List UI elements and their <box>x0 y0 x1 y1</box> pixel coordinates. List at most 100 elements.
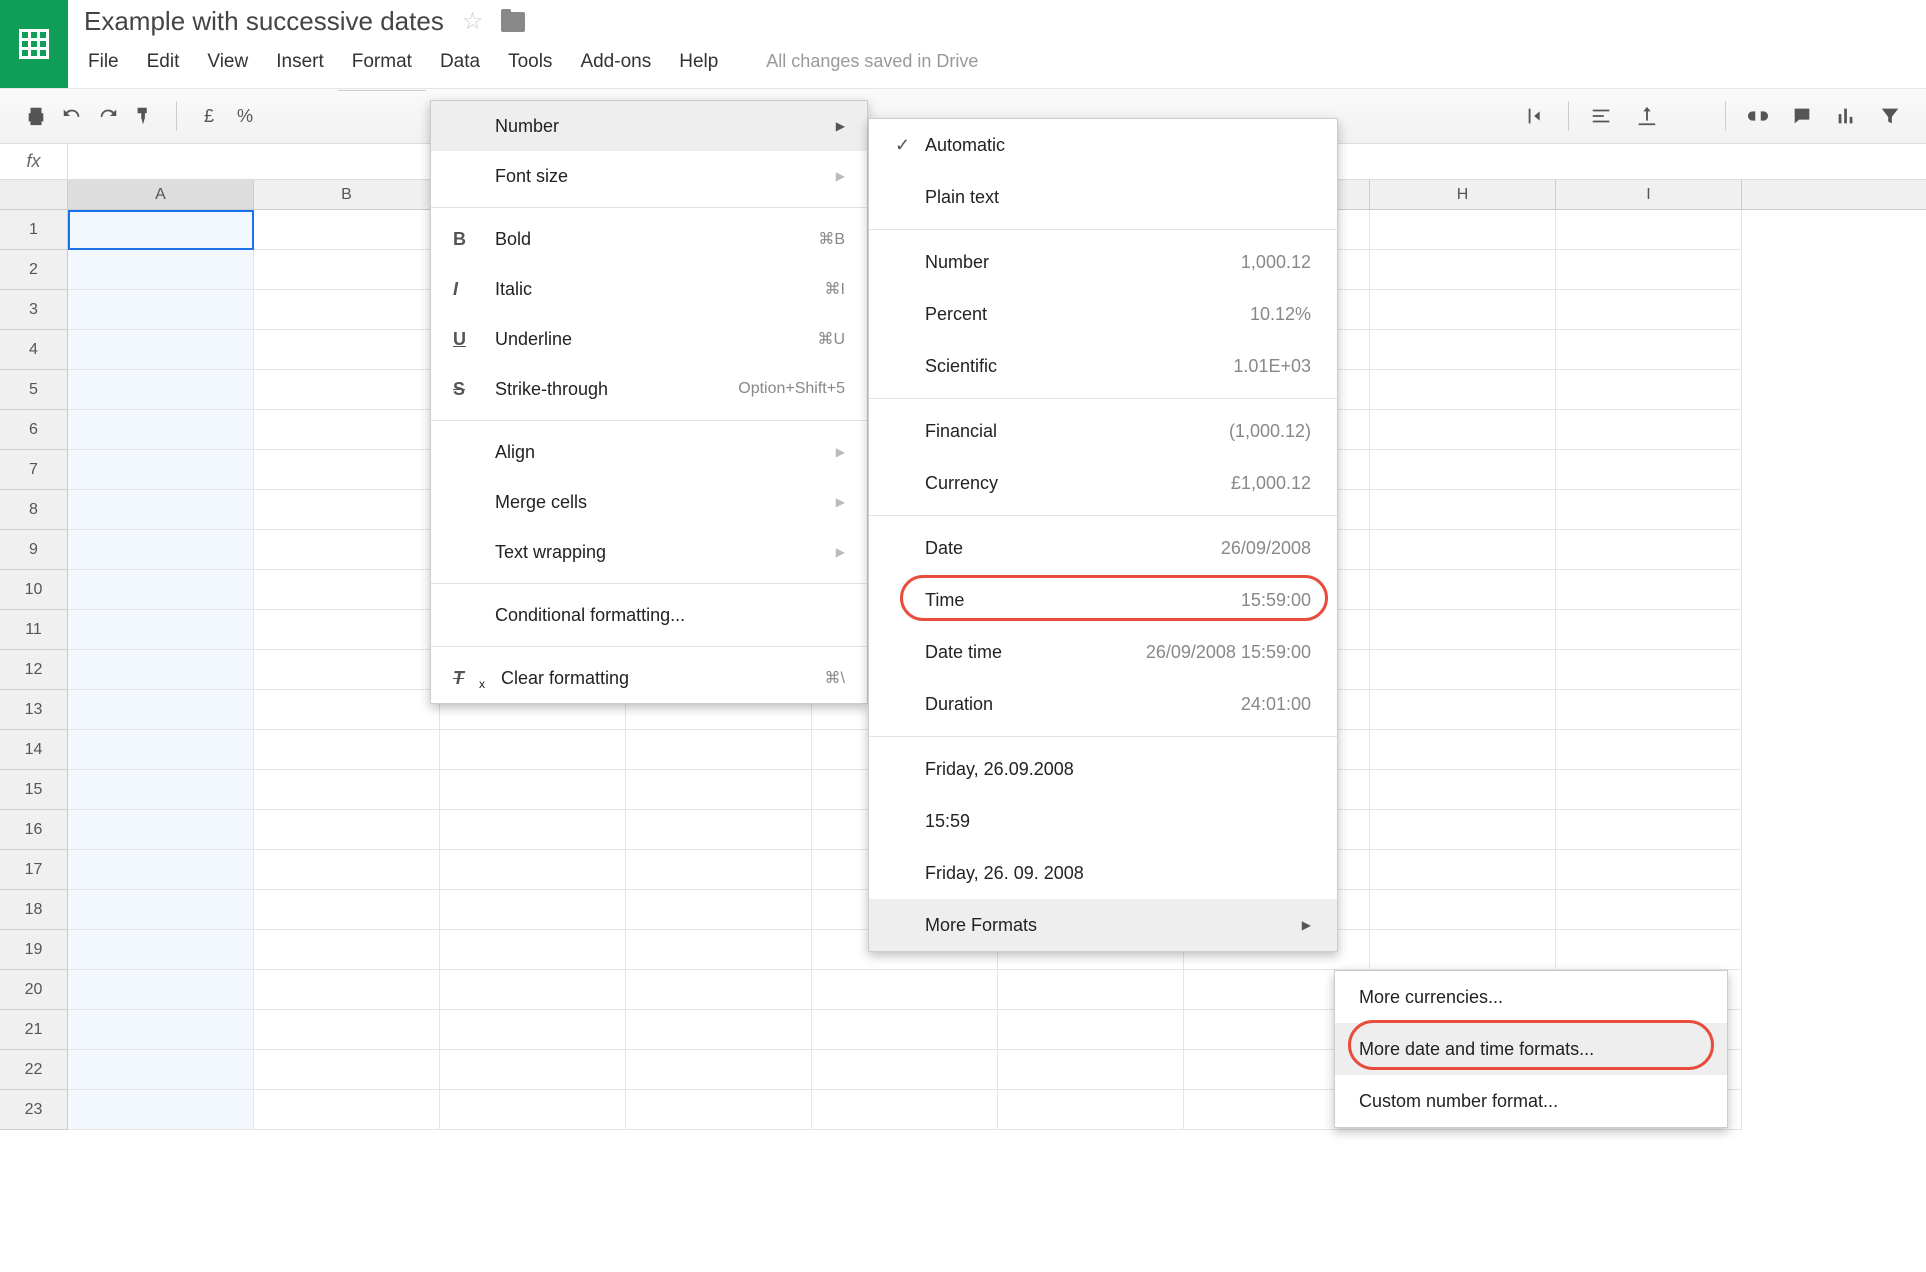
cell[interactable] <box>254 650 440 690</box>
row-header[interactable]: 17 <box>0 850 68 890</box>
col-header-H[interactable]: H <box>1370 180 1556 209</box>
numfmt-scientific[interactable]: Scientific1.01E+03 <box>869 340 1337 392</box>
paint-format-icon[interactable] <box>132 105 156 127</box>
cell[interactable] <box>626 1050 812 1090</box>
cell[interactable] <box>1556 450 1742 490</box>
row-header[interactable]: 13 <box>0 690 68 730</box>
cell[interactable] <box>1556 570 1742 610</box>
cell[interactable] <box>1370 250 1556 290</box>
cell[interactable] <box>1556 610 1742 650</box>
cell[interactable] <box>254 890 440 930</box>
currency-icon[interactable]: £ <box>197 106 221 127</box>
row-header[interactable]: 4 <box>0 330 68 370</box>
cell[interactable] <box>1370 610 1556 650</box>
format-strike[interactable]: SStrike-throughOption+Shift+5 <box>431 364 867 414</box>
numfmt-time[interactable]: Time15:59:00 <box>869 574 1337 626</box>
cell[interactable] <box>1370 530 1556 570</box>
cell[interactable] <box>1556 290 1742 330</box>
cell[interactable] <box>440 730 626 770</box>
folder-icon[interactable] <box>501 12 525 32</box>
cell[interactable] <box>68 970 254 1010</box>
cell[interactable] <box>254 530 440 570</box>
cell[interactable] <box>1370 570 1556 610</box>
menu-edit[interactable]: Edit <box>147 51 180 73</box>
cell[interactable] <box>1556 690 1742 730</box>
cell[interactable] <box>68 450 254 490</box>
cell[interactable] <box>68 290 254 330</box>
numfmt-custom2[interactable]: 15:59 <box>869 795 1337 847</box>
cell[interactable] <box>254 850 440 890</box>
cell[interactable] <box>254 370 440 410</box>
cell[interactable] <box>254 290 440 330</box>
col-header-I[interactable]: I <box>1556 180 1742 209</box>
cell[interactable] <box>1556 650 1742 690</box>
menu-tools[interactable]: Tools <box>508 51 552 73</box>
cell[interactable] <box>440 1050 626 1090</box>
cell[interactable] <box>254 1090 440 1130</box>
cell[interactable] <box>254 570 440 610</box>
cell[interactable] <box>1370 890 1556 930</box>
cell[interactable] <box>812 1090 998 1130</box>
col-header-B[interactable]: B <box>254 180 440 209</box>
cell[interactable] <box>1370 810 1556 850</box>
cell[interactable] <box>68 570 254 610</box>
cell[interactable] <box>254 970 440 1010</box>
select-all-corner[interactable] <box>0 180 68 209</box>
cell[interactable] <box>1556 410 1742 450</box>
menu-data[interactable]: Data <box>440 51 480 73</box>
format-number[interactable]: Number▶ <box>431 101 867 151</box>
cell[interactable] <box>998 1050 1184 1090</box>
cell[interactable] <box>998 1090 1184 1130</box>
numfmt-more-formats[interactable]: More Formats▶ <box>869 899 1337 951</box>
cell[interactable] <box>68 810 254 850</box>
cell[interactable] <box>68 770 254 810</box>
cell[interactable] <box>1556 770 1742 810</box>
col-header-A[interactable]: A <box>68 180 254 209</box>
cell[interactable] <box>254 450 440 490</box>
cell[interactable] <box>1556 730 1742 770</box>
cell[interactable] <box>1556 810 1742 850</box>
cell[interactable] <box>1556 890 1742 930</box>
cell[interactable] <box>1556 250 1742 290</box>
menu-file[interactable]: File <box>88 51 119 73</box>
row-header[interactable]: 23 <box>0 1090 68 1130</box>
cell[interactable] <box>68 330 254 370</box>
row-header[interactable]: 3 <box>0 290 68 330</box>
cell[interactable] <box>254 1050 440 1090</box>
numfmt-number[interactable]: Number1,000.12 <box>869 236 1337 288</box>
format-wrap[interactable]: Text wrapping▶ <box>431 527 867 577</box>
cell[interactable] <box>1556 930 1742 970</box>
cell[interactable] <box>626 730 812 770</box>
row-header[interactable]: 15 <box>0 770 68 810</box>
cell[interactable] <box>1556 330 1742 370</box>
cell[interactable] <box>1370 210 1556 250</box>
row-header[interactable]: 10 <box>0 570 68 610</box>
cell[interactable] <box>1370 450 1556 490</box>
cell[interactable] <box>1370 290 1556 330</box>
cell[interactable] <box>1370 650 1556 690</box>
numfmt-automatic[interactable]: ✓Automatic <box>869 119 1337 171</box>
format-underline[interactable]: UUnderline⌘U <box>431 314 867 364</box>
cell[interactable] <box>812 970 998 1010</box>
more-currencies[interactable]: More currencies... <box>1335 971 1727 1023</box>
numfmt-duration[interactable]: Duration24:01:00 <box>869 678 1337 730</box>
percent-icon[interactable]: % <box>233 106 257 127</box>
cell[interactable] <box>68 1050 254 1090</box>
chart-icon[interactable] <box>1834 105 1858 127</box>
more-date-time-formats[interactable]: More date and time formats... <box>1335 1023 1727 1075</box>
custom-number-format[interactable]: Custom number format... <box>1335 1075 1727 1127</box>
cell[interactable] <box>998 970 1184 1010</box>
format-merge[interactable]: Merge cells▶ <box>431 477 867 527</box>
undo-icon[interactable] <box>60 105 84 127</box>
format-font-size[interactable]: Font size▶ <box>431 151 867 201</box>
row-header[interactable]: 11 <box>0 610 68 650</box>
comment-icon[interactable] <box>1790 105 1814 127</box>
menu-view[interactable]: View <box>207 51 248 73</box>
row-header[interactable]: 7 <box>0 450 68 490</box>
cell[interactable] <box>68 610 254 650</box>
cell[interactable] <box>1370 690 1556 730</box>
cell[interactable] <box>1370 370 1556 410</box>
numfmt-currency[interactable]: Currency£1,000.12 <box>869 457 1337 509</box>
print-icon[interactable] <box>24 105 48 127</box>
cell[interactable] <box>626 850 812 890</box>
